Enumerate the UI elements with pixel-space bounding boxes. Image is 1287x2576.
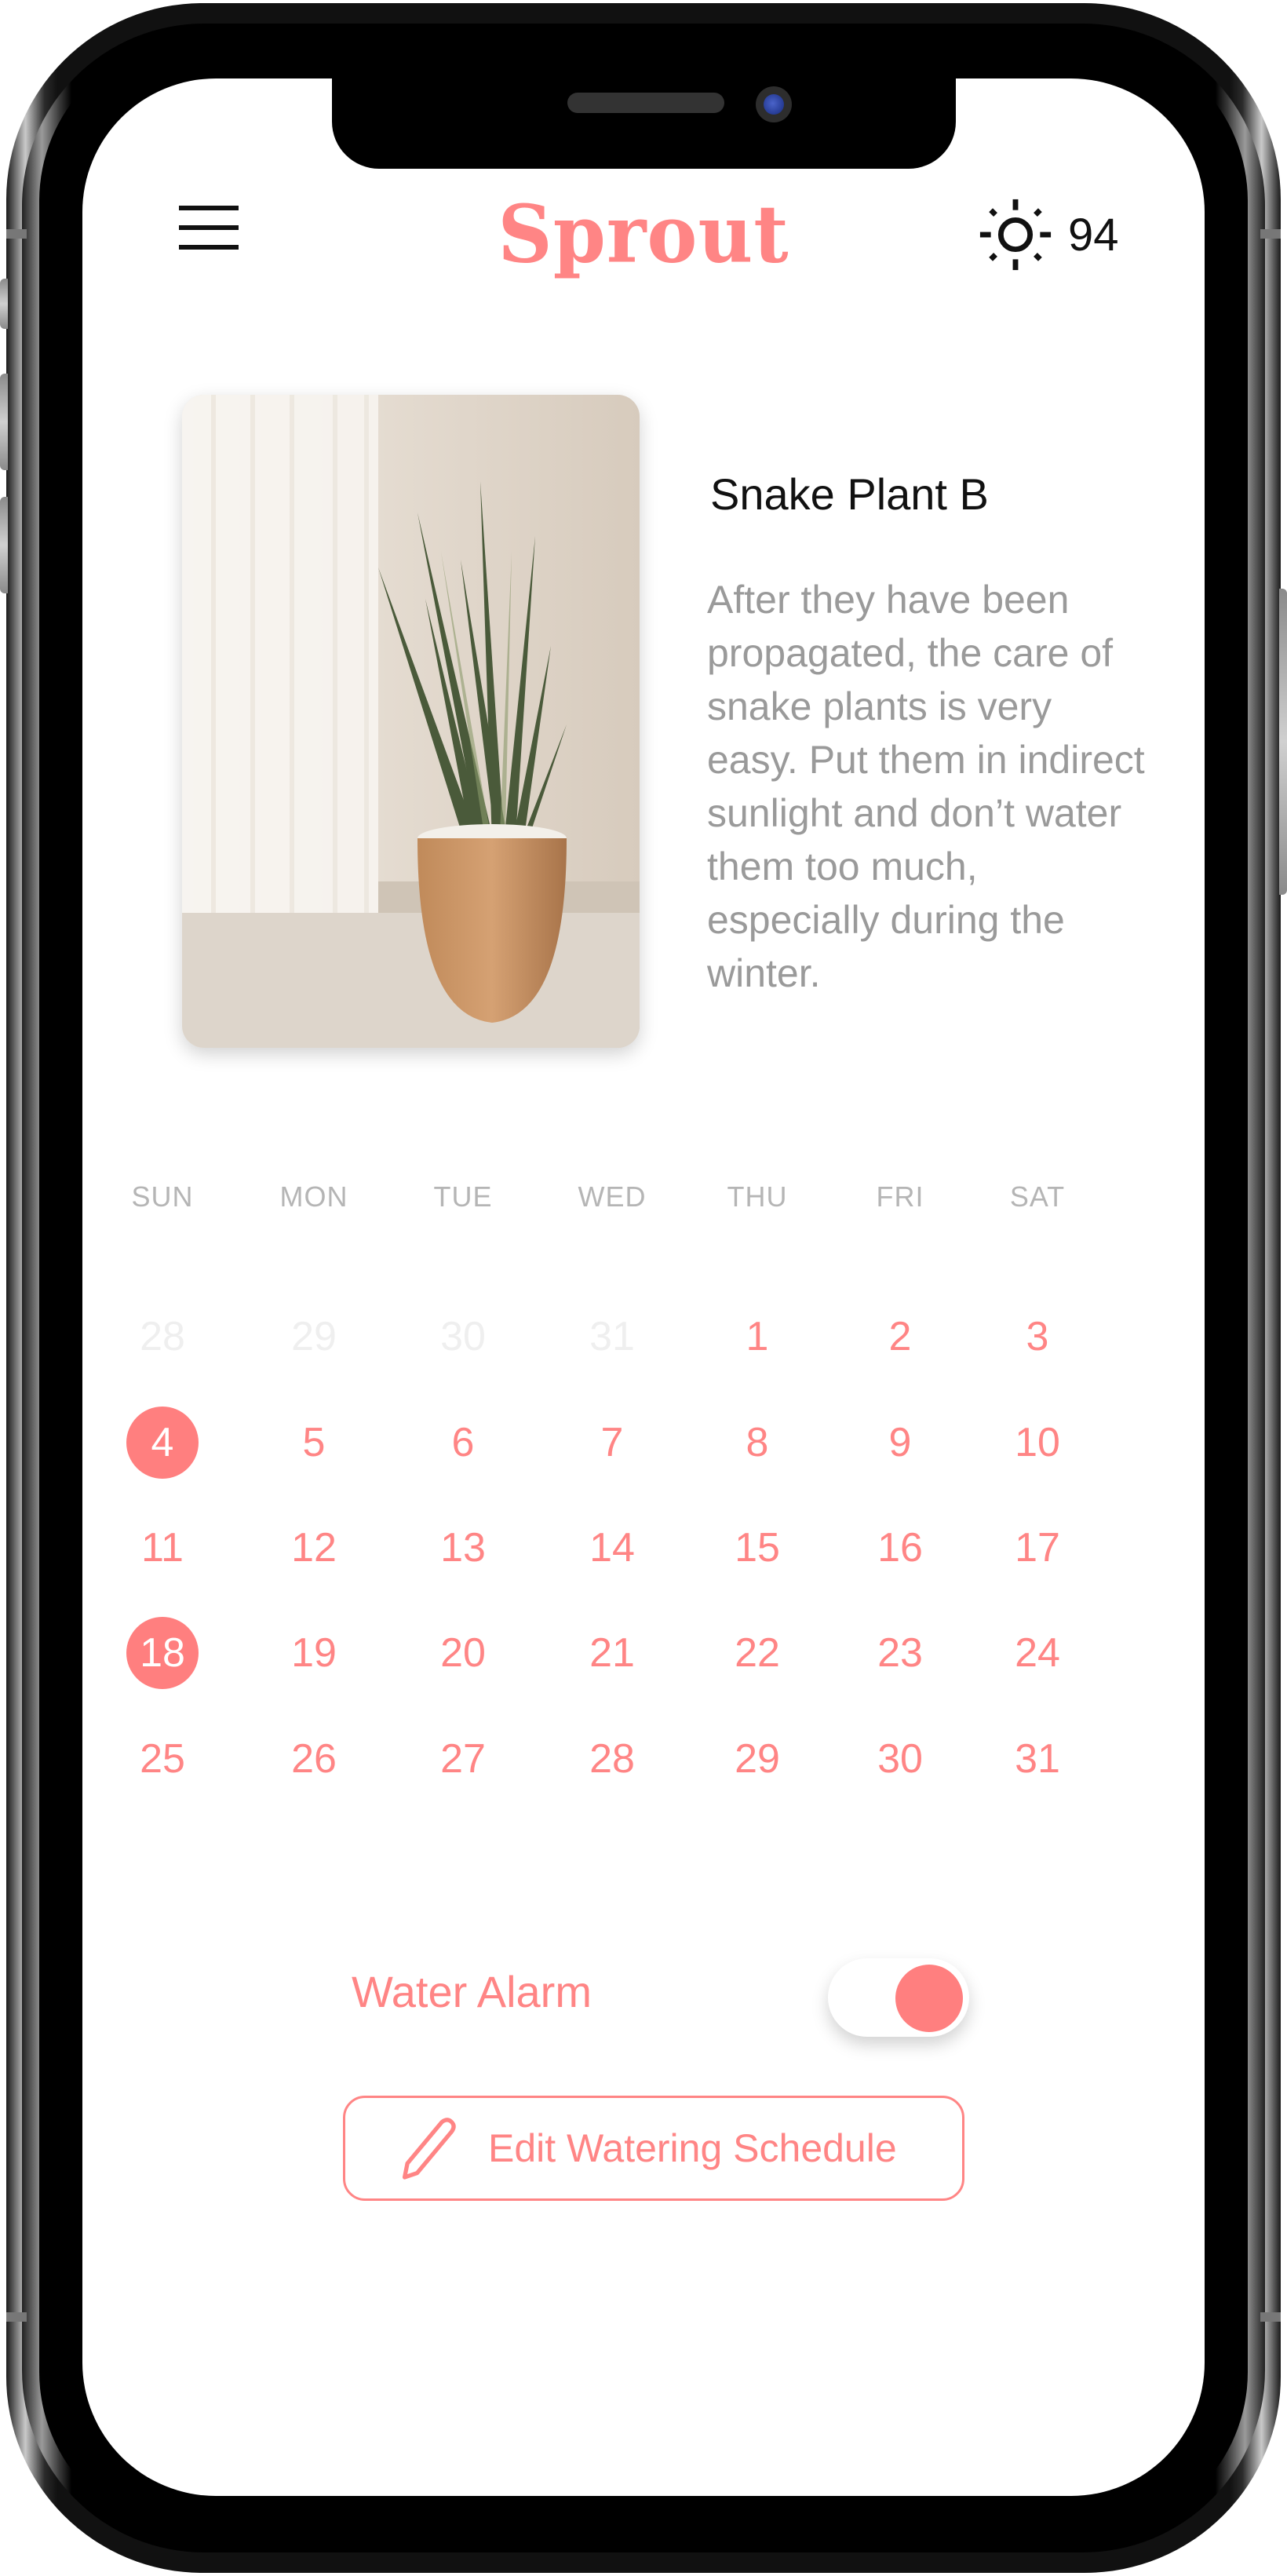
water-alarm-label: Water Alarm [352, 1967, 592, 2016]
weekday-label: MON [279, 1180, 348, 1213]
toggle-knob [895, 1965, 963, 2032]
calendar-week-row: 18 19 20 21 22 23 24 [126, 1610, 1165, 1689]
calendar-day[interactable]: 15 [714, 1505, 800, 1591]
calendar-day[interactable]: 14 [569, 1505, 655, 1591]
calendar-day-outside-month[interactable]: 30 [420, 1293, 506, 1380]
sun-icon [979, 199, 1052, 271]
weekday-label: SAT [1009, 1180, 1066, 1213]
calendar-day[interactable]: 19 [271, 1610, 357, 1696]
calendar-day[interactable]: 3 [994, 1293, 1081, 1380]
edit-button-label: Edit Watering Schedule [488, 2126, 897, 2170]
calendar-week-row: 11 12 13 14 15 16 17 [129, 1505, 1165, 1575]
calendar-day[interactable]: 24 [994, 1610, 1081, 1696]
temperature-value: 94 [1068, 209, 1119, 261]
calendar-day[interactable]: 28 [569, 1716, 655, 1802]
calendar-day[interactable]: 17 [994, 1505, 1081, 1591]
volume-down-button [0, 497, 8, 593]
calendar-day[interactable]: 2 [857, 1293, 943, 1380]
weekday-label: TUE [433, 1180, 493, 1213]
calendar-day[interactable]: 30 [857, 1716, 943, 1802]
calendar-day[interactable]: 1 [714, 1293, 800, 1380]
calendar-day[interactable]: 11 [119, 1505, 206, 1591]
weekday-label: THU [727, 1180, 788, 1213]
calendar-day[interactable]: 5 [271, 1399, 357, 1486]
calendar-day[interactable]: 26 [271, 1716, 357, 1802]
calendar-week-row: 4 5 6 7 8 9 10 [126, 1399, 1165, 1479]
calendar-day[interactable]: 23 [857, 1610, 943, 1696]
notch [332, 78, 956, 169]
volume-up-button [0, 374, 8, 470]
plant-photo [182, 395, 640, 1048]
speaker-grille [567, 93, 724, 113]
weekday-label: FRI [876, 1180, 924, 1213]
weather-indicator: 94 [977, 196, 1119, 273]
calendar-day[interactable]: 29 [714, 1716, 800, 1802]
calendar-day-selected[interactable]: 18 [126, 1617, 199, 1689]
calendar-week-row: 28 29 30 31 1 2 3 [129, 1293, 1165, 1364]
calendar-day[interactable]: 21 [569, 1610, 655, 1696]
calendar-day[interactable]: 12 [271, 1505, 357, 1591]
calendar-day[interactable]: 16 [857, 1505, 943, 1591]
calendar-day[interactable]: 10 [994, 1399, 1081, 1486]
calendar-week-row: 25 26 27 28 29 30 31 [129, 1716, 1165, 1786]
frame-antenna-band [1260, 2312, 1281, 2322]
calendar-day[interactable]: 31 [994, 1716, 1081, 1802]
weekday-label: WED [578, 1180, 647, 1213]
calendar-day[interactable]: 8 [714, 1399, 800, 1486]
plant-name: Snake Plant B [710, 469, 989, 519]
water-alarm-toggle[interactable] [828, 1958, 969, 2037]
pencil-icon [402, 2118, 456, 2180]
calendar-day[interactable]: 9 [857, 1399, 943, 1486]
weekday-header-row: SUN MON TUE WED THU FRI SAT [129, 1162, 1165, 1232]
calendar-day-outside-month[interactable]: 31 [569, 1293, 655, 1380]
calendar-day[interactable]: 13 [420, 1505, 506, 1591]
calendar-day[interactable]: 6 [420, 1399, 506, 1486]
front-camera [756, 86, 792, 122]
calendar-day[interactable]: 20 [420, 1610, 506, 1696]
frame-antenna-band [6, 2312, 27, 2322]
calendar-day-outside-month[interactable]: 29 [271, 1293, 357, 1380]
calendar-day[interactable]: 22 [714, 1610, 800, 1696]
calendar-day-outside-month[interactable]: 28 [119, 1293, 206, 1380]
mute-switch [0, 279, 8, 329]
calendar-day-selected[interactable]: 4 [126, 1407, 199, 1479]
calendar-day[interactable]: 25 [119, 1716, 206, 1802]
frame-antenna-band [1260, 229, 1281, 239]
calendar-day[interactable]: 27 [420, 1716, 506, 1802]
calendar-day[interactable]: 7 [569, 1399, 655, 1486]
plant-image [182, 395, 640, 1048]
app-screen: Sprout 94 Snake Plant B After they have … [82, 78, 1205, 2496]
plant-description: After they have been propagated, the car… [707, 578, 1145, 995]
weekday-label: SUN [131, 1180, 194, 1213]
power-button [1279, 589, 1287, 895]
edit-watering-schedule-button[interactable]: Edit Watering Schedule [343, 2096, 964, 2201]
frame-antenna-band [6, 229, 27, 239]
